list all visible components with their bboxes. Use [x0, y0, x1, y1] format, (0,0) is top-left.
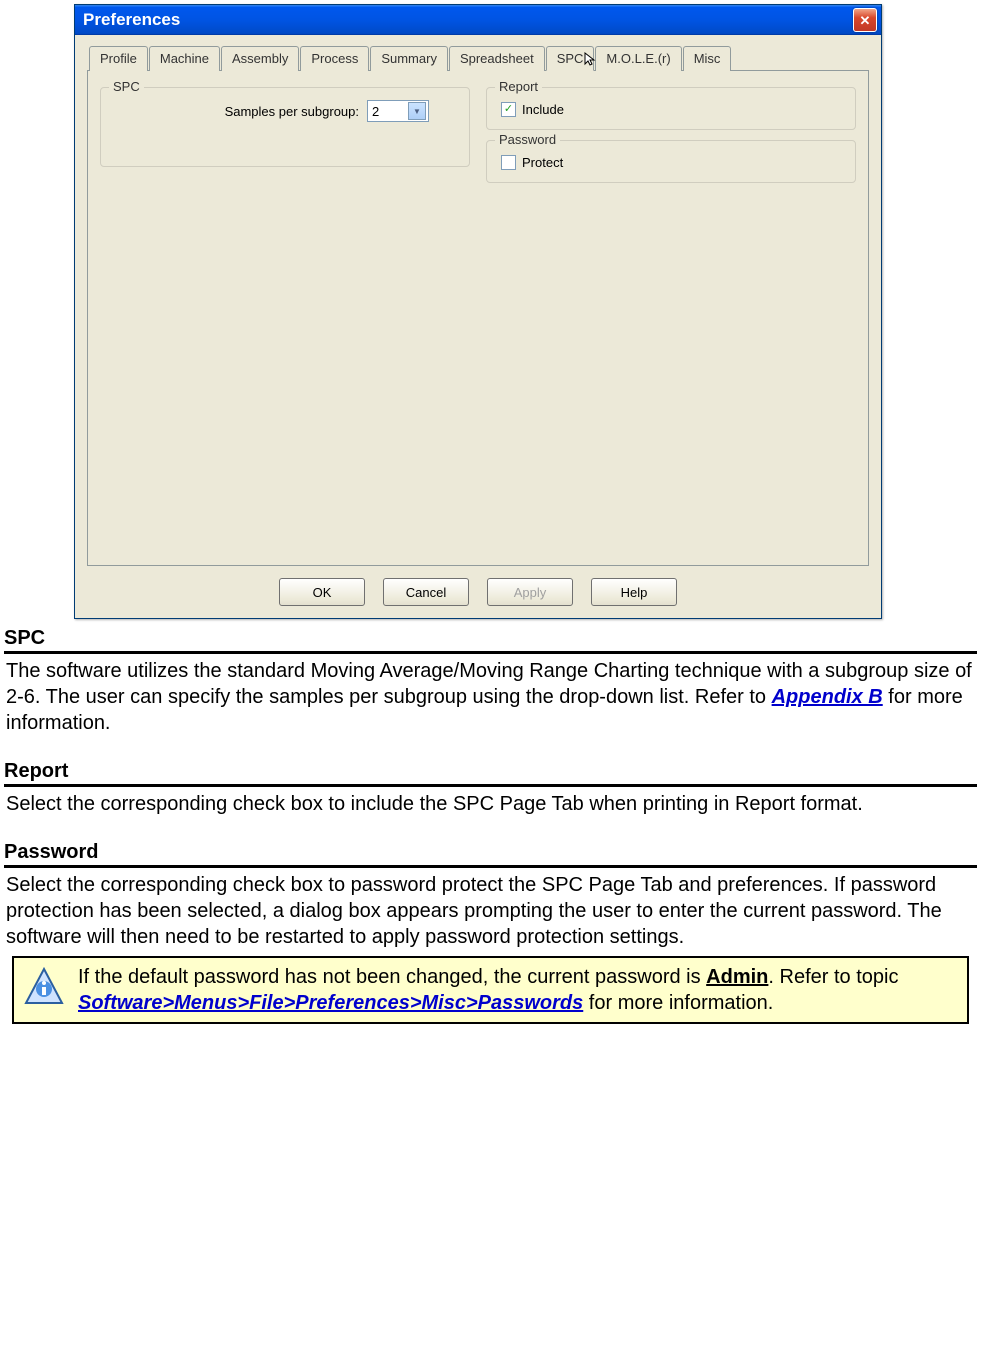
spc-body: The software utilizes the standard Movin…	[4, 653, 977, 754]
preferences-dialog: Preferences ✕ Profile Machine Assembly P…	[74, 4, 882, 619]
button-row: OK Cancel Apply Help	[87, 566, 869, 606]
samples-row: Samples per subgroup: 2 ▼	[111, 100, 459, 122]
tab-assembly[interactable]: Assembly	[221, 46, 299, 71]
note-mid: . Refer to topic	[768, 966, 898, 988]
tab-misc[interactable]: Misc	[683, 46, 732, 71]
left-panel: SPC Samples per subgroup: 2 ▼	[100, 83, 470, 553]
info-icon	[22, 965, 66, 1015]
password-group-title: Password	[495, 132, 560, 147]
tab-process[interactable]: Process	[300, 46, 369, 71]
password-text: Select the corresponding check box to pa…	[6, 874, 942, 948]
window-title: Preferences	[83, 10, 180, 30]
tab-strip: Profile Machine Assembly Process Summary…	[87, 45, 869, 71]
samples-label: Samples per subgroup:	[225, 104, 359, 119]
protect-row[interactable]: Protect	[497, 153, 845, 172]
tab-summary[interactable]: Summary	[370, 46, 448, 71]
help-button[interactable]: Help	[591, 578, 677, 606]
report-heading: Report	[4, 760, 977, 786]
report-body: Select the corresponding check box to in…	[4, 786, 977, 835]
dialog-body: Profile Machine Assembly Process Summary…	[75, 35, 881, 618]
appendix-b-link[interactable]: Appendix B	[772, 686, 883, 708]
password-groupbox: Password Protect	[486, 140, 856, 183]
tab-content: SPC Samples per subgroup: 2 ▼ Report ✓	[87, 71, 869, 566]
tab-spc-label: SPC	[557, 51, 584, 66]
spc-heading: SPC	[4, 627, 977, 653]
report-groupbox: Report ✓ Include	[486, 87, 856, 130]
note-box: If the default password has not been cha…	[12, 956, 969, 1024]
tab-machine[interactable]: Machine	[149, 46, 220, 71]
close-icon: ✕	[860, 14, 871, 27]
tab-mole[interactable]: M.O.L.E.(r)	[595, 46, 681, 71]
tab-spc[interactable]: SPC	[546, 46, 595, 71]
chevron-down-icon: ▼	[408, 102, 426, 120]
include-checkbox[interactable]: ✓	[501, 102, 516, 117]
note-text: If the default password has not been cha…	[78, 964, 898, 1016]
protect-label: Protect	[522, 155, 563, 170]
ok-button[interactable]: OK	[279, 578, 365, 606]
tab-profile[interactable]: Profile	[89, 46, 148, 71]
apply-button[interactable]: Apply	[487, 578, 573, 606]
samples-value: 2	[372, 104, 379, 119]
include-label: Include	[522, 102, 564, 117]
admin-text: Admin	[706, 966, 768, 988]
note-post: for more information.	[583, 992, 773, 1014]
cursor-icon	[583, 51, 599, 70]
tab-spreadsheet[interactable]: Spreadsheet	[449, 46, 545, 71]
spc-groupbox: SPC Samples per subgroup: 2 ▼	[100, 87, 470, 167]
password-heading: Password	[4, 841, 977, 867]
passwords-link[interactable]: Software>Menus>File>Preferences>Misc>Pas…	[78, 992, 583, 1014]
close-button[interactable]: ✕	[853, 8, 877, 32]
protect-checkbox[interactable]	[501, 155, 516, 170]
spc-group-title: SPC	[109, 79, 144, 94]
include-row[interactable]: ✓ Include	[497, 100, 845, 119]
cancel-button[interactable]: Cancel	[383, 578, 469, 606]
report-group-title: Report	[495, 79, 542, 94]
titlebar[interactable]: Preferences ✕	[75, 5, 881, 35]
password-body: Select the corresponding check box to pa…	[4, 867, 977, 954]
right-panel: Report ✓ Include Password Protect	[486, 83, 856, 553]
note-pre: If the default password has not been cha…	[78, 966, 706, 988]
samples-dropdown[interactable]: 2 ▼	[367, 100, 429, 122]
